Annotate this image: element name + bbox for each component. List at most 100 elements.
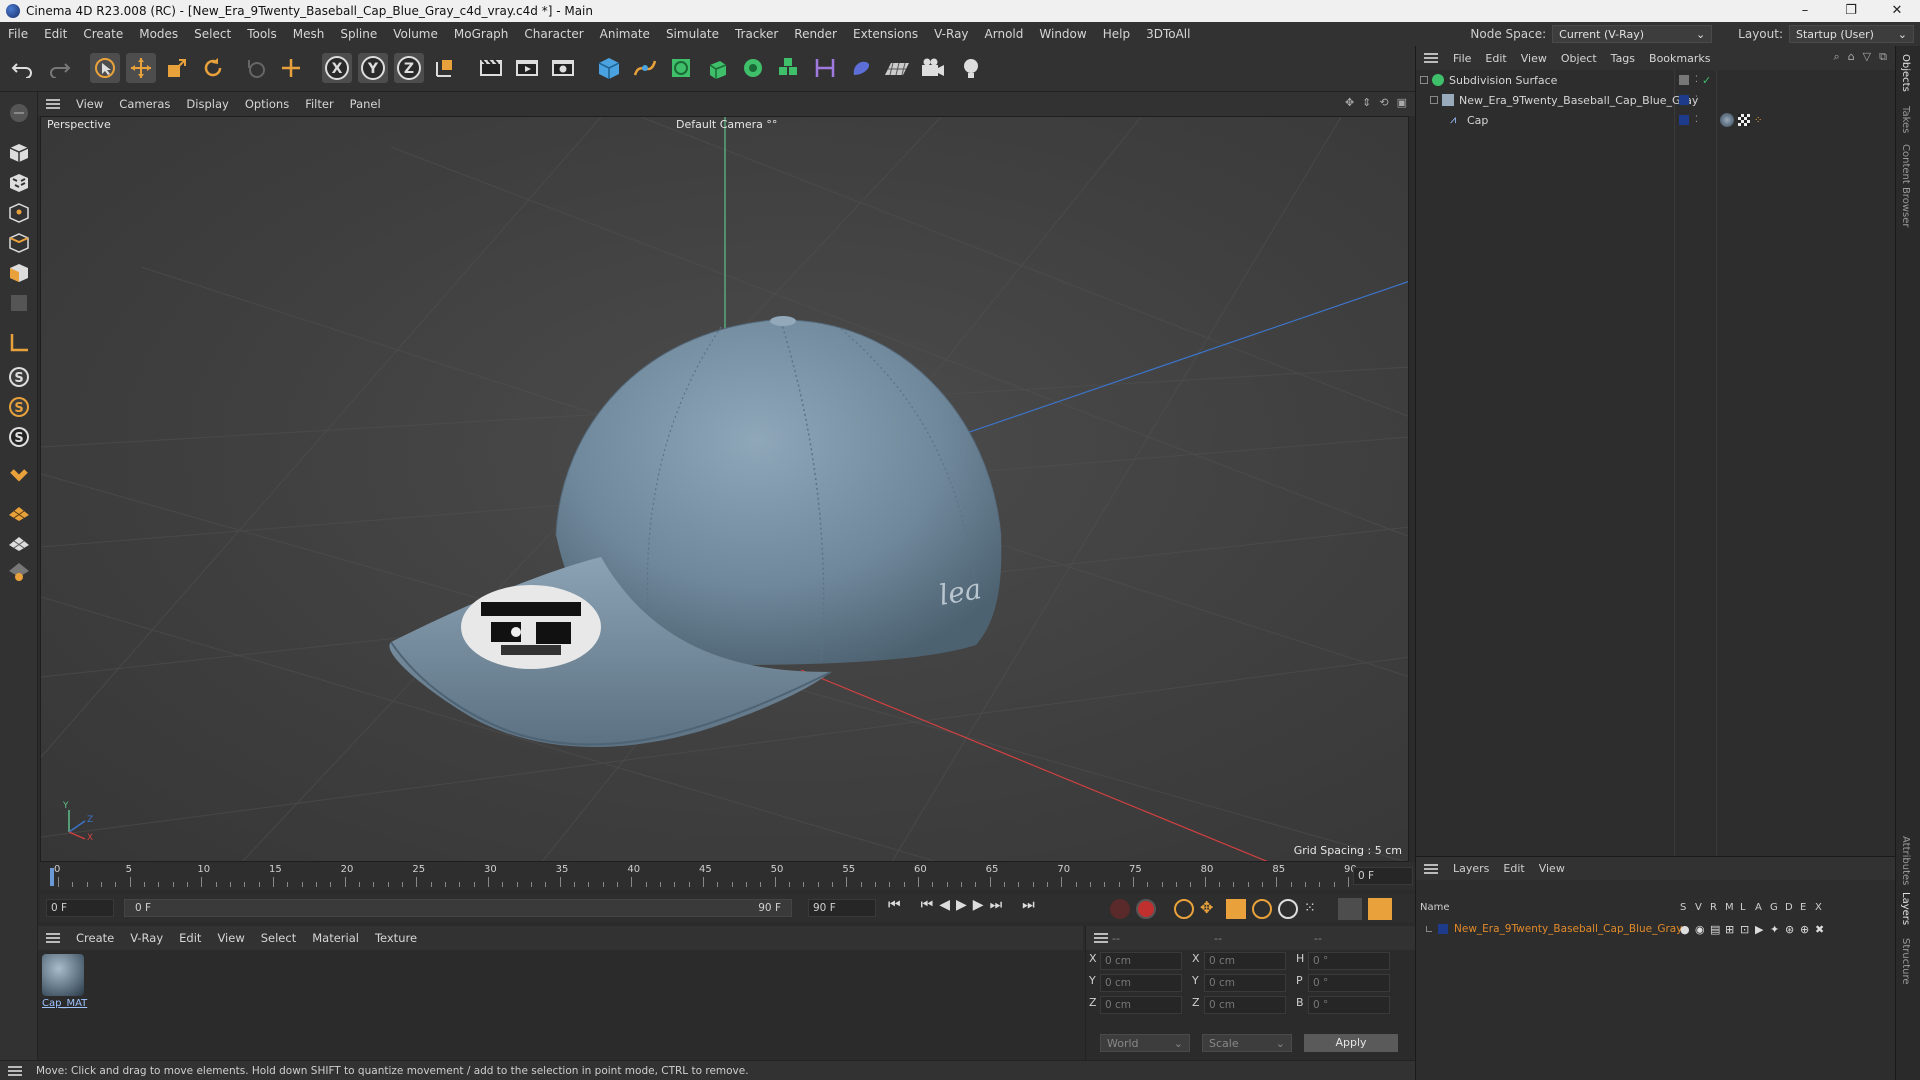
menu-vray[interactable]: V-Ray bbox=[926, 27, 976, 41]
menu-simulate[interactable]: Simulate bbox=[658, 27, 727, 41]
magnet-icon[interactable] bbox=[4, 460, 34, 490]
field-object-icon[interactable] bbox=[846, 53, 876, 83]
transform-tool-icon[interactable] bbox=[276, 53, 306, 83]
viewport-menu-icon[interactable] bbox=[46, 99, 60, 109]
side-tab-takes[interactable]: Takes bbox=[1900, 106, 1911, 133]
y-axis-lock-icon[interactable]: Y bbox=[358, 53, 388, 83]
dolly-icon[interactable]: ⇕ bbox=[1362, 96, 1371, 109]
side-tab-attributes[interactable]: Attributes bbox=[1900, 836, 1911, 885]
scale-tool-icon[interactable] bbox=[162, 53, 192, 83]
filter-icon[interactable]: ▽ bbox=[1863, 50, 1871, 64]
menu-extensions[interactable]: Extensions bbox=[845, 27, 926, 41]
menu-mograph[interactable]: MoGraph bbox=[446, 27, 517, 41]
scale-track-icon[interactable] bbox=[1226, 899, 1246, 919]
material-swatch[interactable]: Cap_MAT bbox=[42, 954, 87, 1014]
pan-icon[interactable]: ✥ bbox=[1345, 96, 1354, 109]
x-axis-lock-icon[interactable]: X bbox=[322, 53, 352, 83]
status-menu-icon[interactable] bbox=[8, 1065, 22, 1076]
layer-row[interactable]: New_Era_9Twenty_Baseball_Cap_Blue_Gray ●… bbox=[1416, 920, 1896, 938]
layers-menu-layers[interactable]: Layers bbox=[1446, 862, 1496, 875]
pen-spline-icon[interactable] bbox=[630, 53, 660, 83]
viewport-menu-options[interactable]: Options bbox=[237, 97, 297, 111]
workplane-icon[interactable] bbox=[4, 328, 34, 358]
side-tab-objects[interactable]: Objects bbox=[1900, 54, 1911, 92]
menu-window[interactable]: Window bbox=[1031, 27, 1094, 41]
preview-range-slider[interactable]: 0 F 90 F bbox=[124, 899, 792, 917]
light-icon[interactable] bbox=[956, 53, 986, 83]
material-menu-view[interactable]: View bbox=[209, 931, 252, 945]
maximize-view-icon[interactable]: ▣ bbox=[1397, 96, 1407, 109]
layer-color-swatch[interactable] bbox=[1438, 924, 1448, 934]
timeline-ruler[interactable]: 0 5 10 15 20 25 30 35 40 45 50 55 60 65 70 75 80 85 90 0 F bbox=[40, 862, 1415, 890]
render-view-icon[interactable] bbox=[476, 53, 506, 83]
object-row-cap[interactable]: ⩘ Cap ⁚ ⁘ bbox=[1416, 110, 1896, 130]
menu-arnold[interactable]: Arnold bbox=[977, 27, 1032, 41]
end-frame-field[interactable]: 90 F bbox=[808, 899, 876, 917]
apply-button[interactable]: Apply bbox=[1304, 1034, 1398, 1052]
menu-tracker[interactable]: Tracker bbox=[727, 27, 786, 41]
polygons-mode-icon[interactable] bbox=[4, 258, 34, 288]
om-menu-bookmarks[interactable]: Bookmarks bbox=[1642, 52, 1717, 65]
menu-help[interactable]: Help bbox=[1095, 27, 1138, 41]
parameter-track-icon[interactable] bbox=[1278, 899, 1298, 919]
go-to-end-icon[interactable]: ⏭ bbox=[1022, 897, 1035, 913]
viewport-menu-panel[interactable]: Panel bbox=[342, 97, 389, 111]
visibility-dots-icon[interactable]: ⁚ bbox=[1695, 95, 1698, 105]
position-field[interactable]: 0 cm bbox=[1100, 974, 1182, 992]
layer-deformers-icon[interactable]: ⊛ bbox=[1785, 923, 1797, 936]
layer-visible-icon[interactable]: ◉ bbox=[1695, 923, 1707, 936]
rotation-field[interactable]: 0 ° bbox=[1308, 952, 1390, 970]
layers-menu-view[interactable]: View bbox=[1532, 862, 1572, 875]
point-level-animation-icon[interactable]: ⁙ bbox=[1304, 899, 1324, 919]
redo-button[interactable] bbox=[44, 53, 74, 83]
cap-model[interactable]: lea bbox=[389, 316, 1002, 747]
menu-render[interactable]: Render bbox=[786, 27, 845, 41]
side-tab-structure[interactable]: Structure bbox=[1900, 938, 1911, 985]
snap-settings-icon[interactable]: S bbox=[4, 392, 34, 422]
menu-spline[interactable]: Spline bbox=[332, 27, 385, 41]
previous-frame-icon[interactable]: ◀ bbox=[939, 897, 950, 913]
viewport-menu-filter[interactable]: Filter bbox=[297, 97, 341, 111]
menu-tools[interactable]: Tools bbox=[239, 27, 285, 41]
object-layer-swatch[interactable] bbox=[1679, 95, 1689, 105]
next-frame-icon[interactable]: ▶ bbox=[973, 897, 984, 913]
previous-key-icon[interactable]: ⏮ bbox=[921, 897, 934, 913]
size-field[interactable]: 0 cm bbox=[1204, 952, 1286, 970]
object-manager-menu-icon[interactable] bbox=[1424, 53, 1438, 63]
z-axis-lock-icon[interactable]: Z bbox=[394, 53, 424, 83]
record-keys-icon[interactable] bbox=[1110, 899, 1130, 919]
material-menu-texture[interactable]: Texture bbox=[367, 931, 425, 945]
play-icon[interactable]: ▶ bbox=[956, 897, 967, 913]
layer-solo-icon[interactable]: ● bbox=[1680, 923, 1692, 936]
close-button[interactable]: ✕ bbox=[1874, 0, 1920, 22]
new-window-icon[interactable]: ⧉ bbox=[1879, 50, 1887, 64]
rotation-track-icon[interactable] bbox=[1252, 899, 1272, 919]
edges-mode-icon[interactable] bbox=[4, 228, 34, 258]
coordinate-system-icon[interactable] bbox=[430, 53, 460, 83]
dope-sheet-icon[interactable] bbox=[1368, 898, 1392, 920]
menu-3dtoall[interactable]: 3DToAll bbox=[1138, 27, 1198, 41]
select-cursor-icon[interactable] bbox=[90, 53, 120, 83]
material-menu-edit[interactable]: Edit bbox=[171, 931, 209, 945]
material-menu-create[interactable]: Create bbox=[68, 931, 122, 945]
position-field[interactable]: 0 cm bbox=[1100, 996, 1182, 1014]
3d-viewport[interactable]: lea Perspective Default Camera °° Grid S… bbox=[40, 116, 1409, 862]
menu-edit[interactable]: Edit bbox=[36, 27, 75, 41]
menu-file[interactable]: File bbox=[0, 27, 36, 41]
size-field[interactable]: 0 cm bbox=[1204, 996, 1286, 1014]
undo-button[interactable] bbox=[8, 53, 38, 83]
object-layer-swatch[interactable] bbox=[1679, 115, 1689, 125]
om-menu-object[interactable]: Object bbox=[1554, 52, 1604, 65]
menu-modes[interactable]: Modes bbox=[131, 27, 186, 41]
live-selection-icon[interactable] bbox=[240, 53, 270, 83]
move-tool-icon[interactable] bbox=[126, 53, 156, 83]
layer-animation-icon[interactable]: ▶ bbox=[1755, 923, 1767, 936]
timeline-window-icon[interactable] bbox=[1338, 898, 1362, 920]
layer-generators-icon[interactable]: ✦ bbox=[1770, 923, 1782, 936]
coord-type-dropdown[interactable]: Scale ⌄ bbox=[1202, 1034, 1292, 1052]
menu-character[interactable]: Character bbox=[516, 27, 591, 41]
object-layer-swatch[interactable] bbox=[1679, 75, 1689, 85]
material-tag-icon[interactable] bbox=[1720, 113, 1734, 127]
enabled-check-icon[interactable]: ✓ bbox=[1702, 74, 1711, 87]
render-settings-icon[interactable] bbox=[548, 53, 578, 83]
